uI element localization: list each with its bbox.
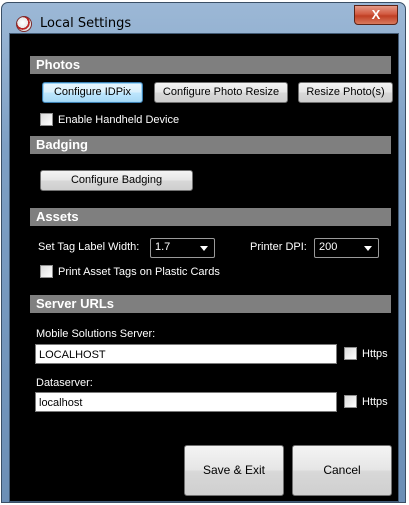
photos-section-label: Photos xyxy=(36,57,81,72)
configure-photo-resize-button[interactable]: Configure Photo Resize xyxy=(154,82,288,103)
chevron-down-icon xyxy=(364,246,372,251)
server-urls-section-label: Server URLs xyxy=(36,296,115,311)
mobile-https-label: Https xyxy=(362,348,388,360)
cancel-button[interactable]: Cancel xyxy=(292,445,392,496)
dataserver-label: Dataserver: xyxy=(36,377,93,389)
badging-section-label: Badging xyxy=(36,137,88,152)
app-icon xyxy=(16,16,32,32)
dataserver-https-label: Https xyxy=(362,396,388,408)
mobile-server-field[interactable] xyxy=(35,344,337,364)
server-urls-section-header: Server URLs xyxy=(30,295,391,313)
window-title: Local Settings xyxy=(40,16,132,31)
tag-label-width-dropdown[interactable]: 1.7 xyxy=(150,238,215,258)
assets-section-label: Assets xyxy=(36,209,79,224)
chevron-down-icon xyxy=(200,246,208,251)
tag-label-width-value: 1.7 xyxy=(155,241,171,253)
tag-label-width-label: Set Tag Label Width: xyxy=(38,241,140,253)
close-button[interactable]: X xyxy=(354,5,398,25)
local-settings-window: Local Settings X Photos Configure IDPix … xyxy=(1,2,406,503)
settings-panel: Photos Configure IDPix Configure Photo R… xyxy=(9,33,399,502)
dataserver-field[interactable] xyxy=(35,392,337,412)
printer-dpi-dropdown[interactable]: 200 xyxy=(314,238,379,258)
print-plastic-checkbox[interactable] xyxy=(40,265,53,278)
save-exit-button[interactable]: Save & Exit xyxy=(184,445,284,496)
badging-section-header: Badging xyxy=(30,136,391,154)
printer-dpi-value: 200 xyxy=(319,241,338,253)
resize-photos-button[interactable]: Resize Photo(s) xyxy=(298,82,393,103)
mobile-https-checkbox[interactable] xyxy=(344,347,357,360)
dataserver-https-checkbox[interactable] xyxy=(344,395,357,408)
print-plastic-label: Print Asset Tags on Plastic Cards xyxy=(58,266,220,278)
dataserver-input[interactable] xyxy=(36,394,336,412)
mobile-server-input[interactable] xyxy=(36,346,336,364)
assets-section-header: Assets xyxy=(30,208,391,226)
photos-section-header: Photos xyxy=(30,56,391,74)
configure-badging-button[interactable]: Configure Badging xyxy=(40,170,193,191)
enable-handheld-checkbox[interactable] xyxy=(40,113,53,126)
mobile-server-label: Mobile Solutions Server: xyxy=(36,328,156,340)
configure-idpix-button[interactable]: Configure IDPix xyxy=(42,82,143,103)
printer-dpi-label: Printer DPI: xyxy=(250,241,307,253)
enable-handheld-label: Enable Handheld Device xyxy=(58,114,180,126)
